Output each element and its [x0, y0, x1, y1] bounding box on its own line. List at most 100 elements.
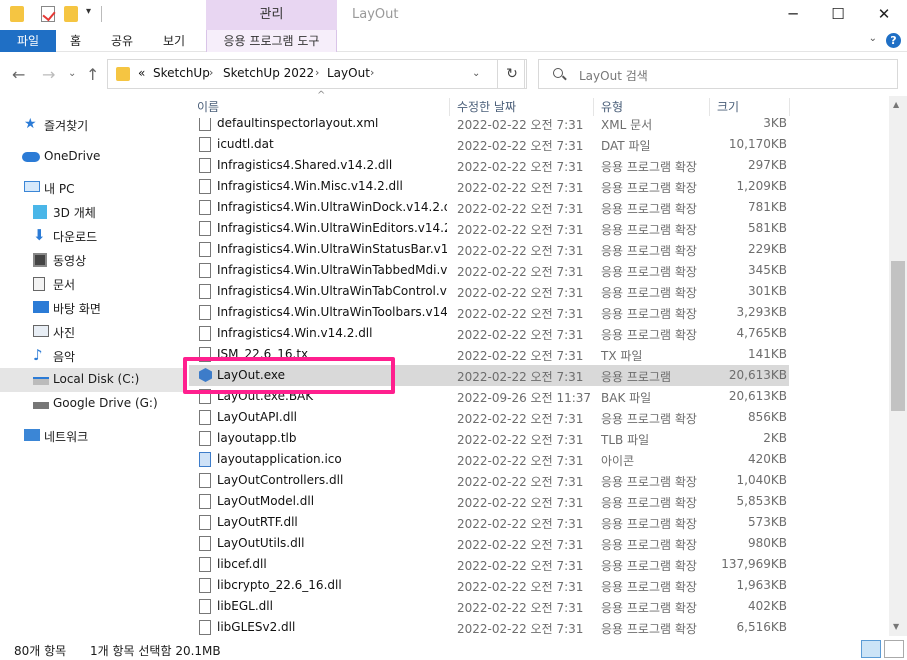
tab-home[interactable]: 홈: [70, 30, 81, 52]
scroll-up-icon[interactable]: ▲: [893, 100, 899, 109]
sidebar-item-quick-access[interactable]: ★ 즐겨찾기: [0, 113, 183, 137]
search-box[interactable]: LayOut 검색: [538, 59, 898, 89]
search-input[interactable]: LayOut 검색: [579, 67, 648, 84]
file-type: 응용 프로그램 확장: [601, 622, 697, 636]
column-divider[interactable]: [449, 98, 450, 116]
file-name: Infragistics4.Win.UltraWinTabbedMdi.v1..…: [217, 263, 447, 277]
table-row[interactable]: LayOutModel.dll 2022-02-22 오전 7:31 응용 프로그램…: [189, 491, 789, 512]
table-row[interactable]: LayOutUtils.dll 2022-02-22 오전 7:31 응용 프로그램…: [189, 533, 789, 554]
file-icon: [199, 473, 211, 488]
sidebar-item-music[interactable]: ♪ 음악: [0, 344, 183, 368]
help-icon[interactable]: ?: [886, 33, 901, 48]
recent-locations-icon[interactable]: ⌄: [68, 68, 76, 79]
file-name: layoutapplication.ico: [217, 452, 342, 466]
table-row[interactable]: Infragistics4.Win.UltraWinStatusBar.v14.…: [189, 239, 789, 260]
large-icons-view-icon[interactable]: [884, 640, 904, 658]
table-row[interactable]: Infragistics4.Win.UltraWinDock.v14.2.dll…: [189, 197, 789, 218]
column-divider[interactable]: [593, 98, 594, 116]
table-row[interactable]: layoutapp.tlb 2022-02-22 오전 7:31 TLB 파일 2KB: [189, 428, 789, 449]
highlight-box: [183, 357, 395, 394]
sidebar-item-3d-objects[interactable]: 3D 개체: [0, 200, 183, 224]
table-row[interactable]: Infragistics4.Win.UltraWinToolbars.v14.2…: [189, 302, 789, 323]
sidebar-item-videos[interactable]: 동영상: [0, 248, 183, 272]
new-folder-icon[interactable]: [64, 6, 78, 22]
folder-icon[interactable]: [10, 6, 24, 22]
table-row[interactable]: Infragistics4.Win.UltraWinTabbedMdi.v1..…: [189, 260, 789, 281]
column-header-name[interactable]: 이름: [197, 96, 219, 118]
forward-button[interactable]: →: [42, 65, 55, 84]
file-icon: [199, 620, 211, 635]
table-row[interactable]: Infragistics4.Win.v14.2.dll 2022-02-22 오전…: [189, 323, 789, 344]
tab-file[interactable]: 파일: [0, 30, 56, 52]
sidebar-item-network[interactable]: 네트워크: [0, 424, 183, 448]
sidebar-item-local-disk[interactable]: Local Disk (C:): [0, 368, 183, 392]
table-row[interactable]: LayOutAPI.dll 2022-02-22 오전 7:31 응용 프로그램 확…: [189, 407, 789, 428]
table-row[interactable]: libcef.dll 2022-02-22 오전 7:31 응용 프로그램 확장 13…: [189, 554, 789, 575]
file-size: 581KB: [747, 221, 787, 235]
table-row[interactable]: Infragistics4.Win.Misc.v14.2.dll 2022-02-…: [189, 176, 789, 197]
chevron-right-icon[interactable]: ›: [370, 66, 374, 79]
table-row[interactable]: libGLESv2.dll 2022-02-22 오전 7:31 응용 프로그램 확…: [189, 617, 789, 636]
table-row[interactable]: Infragistics4.Shared.v14.2.dll 2022-02-22…: [189, 155, 789, 176]
file-size: 1,963KB: [736, 578, 787, 592]
table-row[interactable]: libcrypto_22.6_16.dll 2022-02-22 오전 7:31 응…: [189, 575, 789, 596]
table-row[interactable]: Infragistics4.Win.UltraWinTabControl.v1.…: [189, 281, 789, 302]
table-row[interactable]: LayOutRTF.dll 2022-02-22 오전 7:31 응용 프로그램 확…: [189, 512, 789, 533]
scroll-down-icon[interactable]: ▼: [893, 622, 899, 631]
file-icon: [199, 158, 211, 173]
address-bar[interactable]: « SketchUp › SketchUp 2022 › LayOut › ⌄: [107, 59, 525, 89]
tab-manage[interactable]: 관리: [206, 0, 337, 30]
sidebar-item-label: 음악: [53, 350, 76, 364]
table-row[interactable]: LayOutControllers.dll 2022-02-22 오전 7:31 응…: [189, 470, 789, 491]
sidebar-item-downloads[interactable]: ⬇ 다운로드: [0, 224, 183, 248]
breadcrumb-overflow[interactable]: «: [138, 66, 145, 80]
breadcrumb-sketchup-2022[interactable]: SketchUp 2022: [223, 66, 314, 80]
file-type: 응용 프로그램 확장: [601, 244, 697, 258]
sidebar-item-this-pc[interactable]: 내 PC: [0, 176, 183, 200]
tab-app-tools[interactable]: 응용 프로그램 도구: [206, 30, 337, 52]
chevron-down-icon[interactable]: ⌄: [869, 33, 877, 44]
chevron-right-icon[interactable]: ›: [315, 66, 319, 79]
back-button[interactable]: ←: [12, 65, 25, 84]
table-row[interactable]: defaultinspectorlayout.xml 2022-02-22 오전 …: [189, 118, 789, 134]
file-type: 응용 프로그램 확장: [601, 307, 697, 321]
sidebar-item-label: 네트워크: [44, 430, 89, 444]
column-header-type[interactable]: 유형: [601, 96, 623, 118]
sidebar-item-onedrive[interactable]: OneDrive: [0, 145, 183, 169]
breadcrumb-sketchup[interactable]: SketchUp: [153, 66, 210, 80]
table-row[interactable]: icudtl.dat 2022-02-22 오전 7:31 DAT 파일 10,170…: [189, 134, 789, 155]
file-date: 2022-09-26 오전 11:37: [457, 391, 592, 405]
column-header-size[interactable]: 크기: [717, 96, 739, 118]
tab-view[interactable]: 보기: [163, 30, 185, 52]
table-row[interactable]: layoutapplication.ico 2022-02-22 오전 7:31 아…: [189, 449, 789, 470]
up-button[interactable]: ↑: [86, 65, 99, 84]
chevron-right-icon[interactable]: ›: [209, 66, 213, 79]
refresh-button[interactable]: ↻: [497, 59, 527, 89]
file-date: 2022-02-22 오전 7:31: [457, 244, 584, 258]
vertical-scrollbar[interactable]: ▲ ▼: [889, 96, 907, 636]
column-divider[interactable]: [709, 98, 710, 116]
sidebar-item-desktop[interactable]: 바탕 화면: [0, 296, 183, 320]
file-size: 1,040KB: [736, 473, 787, 487]
tab-share[interactable]: 공유: [111, 30, 133, 52]
column-header-date[interactable]: 수정한 날짜: [457, 96, 516, 118]
address-dropdown-icon[interactable]: ⌄: [472, 68, 480, 79]
file-size: 3KB: [763, 118, 787, 130]
table-row[interactable]: libEGL.dll 2022-02-22 오전 7:31 응용 프로그램 확장 40…: [189, 596, 789, 617]
drive-icon: [33, 402, 49, 409]
file-date: 2022-02-22 오전 7:31: [457, 286, 584, 300]
sidebar-item-pictures[interactable]: 사진: [0, 320, 183, 344]
details-view-icon[interactable]: [861, 640, 881, 658]
breadcrumb-layout[interactable]: LayOut: [327, 66, 370, 80]
scrollbar-thumb[interactable]: [891, 261, 905, 411]
column-divider[interactable]: [789, 98, 790, 116]
quick-access-dropdown-icon[interactable]: ▾: [86, 6, 98, 22]
sidebar-item-documents[interactable]: 문서: [0, 272, 183, 296]
sidebar-item-google-drive[interactable]: Google Drive (G:): [0, 392, 183, 416]
minimize-button[interactable]: ─: [770, 0, 816, 30]
maximize-button[interactable]: ☐: [815, 0, 861, 30]
properties-icon[interactable]: [41, 6, 55, 22]
close-button[interactable]: ✕: [861, 0, 907, 30]
file-date: 2022-02-22 오전 7:31: [457, 118, 584, 132]
table-row[interactable]: Infragistics4.Win.UltraWinEditors.v14.2.…: [189, 218, 789, 239]
